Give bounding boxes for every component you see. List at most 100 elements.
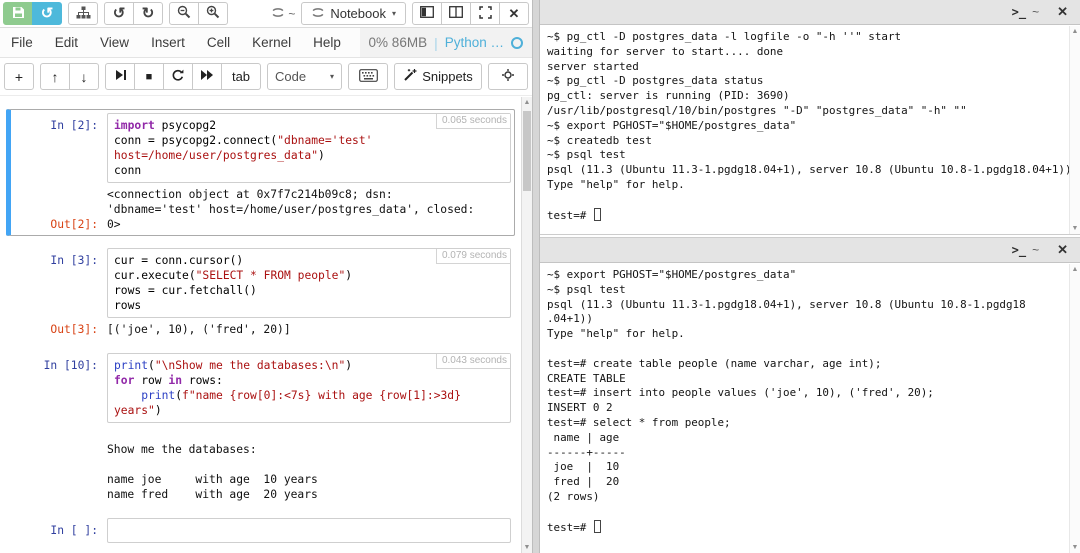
pane-divider[interactable] [532, 0, 540, 553]
zoom-in-icon [206, 5, 220, 22]
notebook-document: In [2]:0.065 secondsimport psycopg2conn … [0, 97, 521, 553]
output-prompt: Out[3]: [11, 322, 107, 337]
menu-cell[interactable]: Cell [196, 28, 241, 57]
move-cell-down-button[interactable]: ↓ [69, 63, 99, 90]
kernel-idle-icon [511, 37, 523, 49]
scroll-down-arrow-icon[interactable]: ▼ [1070, 225, 1080, 232]
zoom-in-button[interactable] [198, 2, 228, 25]
terminal-pane: >_ ~ ✕ ~$ pg_ctl -D postgres_data -l log… [540, 0, 1080, 553]
sitemap-button[interactable] [68, 2, 98, 25]
code-input-area[interactable]: 0.079 secondscur = conn.cursor()cur.exec… [107, 248, 511, 318]
menu-kernel[interactable]: Kernel [241, 28, 302, 57]
undo-button[interactable]: ↺ [104, 2, 134, 25]
history-icon: ↺ [41, 6, 54, 21]
interrupt-kernel-button[interactable]: ■ [134, 63, 164, 90]
kernel-tilde: ~ [288, 7, 295, 21]
notebook-cells: In [2]:0.065 secondsimport psycopg2conn … [0, 97, 521, 553]
code-input-area[interactable]: 0.065 secondsimport psycopg2conn = psyco… [107, 113, 511, 183]
code-line: rows = cur.fetchall() [114, 283, 504, 298]
run-step-icon [114, 69, 127, 84]
cell-type-value: Code [275, 69, 306, 84]
scroll-down-arrow-icon[interactable]: ▼ [1070, 544, 1080, 551]
save-button[interactable] [3, 2, 33, 25]
terminal-icon: >_ [1012, 5, 1026, 19]
terminal-output: ~$ export PGHOST="$HOME/postgres_data" ~… [547, 268, 1069, 535]
layout-group: ✕ [412, 2, 529, 25]
code-input-area[interactable]: 0.043 secondsprint("\nShow me the databa… [107, 353, 511, 423]
chevron-down-icon: ▾ [330, 72, 334, 81]
restart-run-all-button[interactable] [192, 63, 222, 90]
menu-edit[interactable]: Edit [44, 28, 89, 57]
columns-view-button[interactable] [441, 2, 471, 25]
code-line: conn [114, 163, 504, 178]
scroll-down-arrow-icon[interactable]: ▼ [522, 544, 532, 551]
close-icon[interactable]: ✕ [1057, 4, 1068, 20]
kernel-mini-indicator: ~ [271, 7, 295, 21]
undo-icon: ↺ [113, 6, 126, 21]
code-input-area[interactable] [107, 518, 511, 543]
redo-icon: ↻ [142, 6, 155, 21]
menu-help[interactable]: Help [302, 28, 352, 57]
input-prompt: In [3]: [11, 248, 107, 318]
cell-type-select[interactable]: Code ▾ [267, 63, 342, 90]
stop-icon: ■ [146, 71, 153, 83]
input-prompt: In [2]: [11, 113, 107, 183]
scrollbar-thumb[interactable] [523, 111, 531, 191]
gear-icon [501, 68, 515, 85]
terminal-top-body[interactable]: ~$ pg_ctl -D postgres_data -l logfile -o… [540, 26, 1069, 234]
cell-toolbar: + ↑ ↓ ■ tab Code ▾ Snippets [0, 58, 532, 96]
checkpoint-history-button[interactable]: ↺ [32, 2, 62, 25]
add-cell-button[interactable]: + [4, 63, 34, 90]
chevron-down-icon: ▾ [392, 9, 396, 18]
notebook-switcher-button[interactable]: Notebook ▾ [301, 2, 406, 25]
terminal-bottom-scrollbar[interactable]: ▲ ▼ [1069, 264, 1080, 553]
terminal-title: >_ ~ [1012, 5, 1039, 19]
menu-insert[interactable]: Insert [140, 28, 196, 57]
move-cell-up-button[interactable]: ↑ [40, 63, 70, 90]
notebook-cell[interactable]: In [3]:0.079 secondscur = conn.cursor()c… [6, 244, 515, 341]
terminal-title-text: ~ [1032, 5, 1039, 19]
fullscreen-button[interactable] [470, 2, 500, 25]
terminal-top-header[interactable]: >_ ~ ✕ [540, 0, 1080, 25]
scroll-up-arrow-icon[interactable]: ▲ [1070, 266, 1080, 273]
terminal-bottom-body[interactable]: ~$ export PGHOST="$HOME/postgres_data" ~… [540, 264, 1069, 553]
restart-kernel-button[interactable] [163, 63, 193, 90]
split-view-button[interactable] [412, 2, 442, 25]
terminal-title: >_ ~ [1012, 243, 1039, 257]
output-prompt [11, 427, 107, 502]
undo-redo-group: ↺ ↻ [104, 2, 163, 25]
close-pane-button[interactable]: ✕ [499, 2, 529, 25]
clipped-toolbar-button[interactable] [488, 63, 528, 90]
scroll-up-arrow-icon[interactable]: ▲ [522, 99, 532, 106]
redo-button[interactable]: ↻ [133, 2, 163, 25]
code-line: for row in rows: [114, 373, 504, 388]
jupyter-icon [311, 6, 325, 21]
execution-time-badge: 0.079 seconds [436, 249, 510, 264]
notebook-cell[interactable]: In [ ]: [6, 514, 515, 547]
notebook-pane: ↺ ↺ ↻ ~ Notebook ▾ [0, 0, 532, 553]
code-line: rows [114, 298, 504, 313]
keyboard-shortcuts-button[interactable] [348, 63, 388, 90]
input-prompt: In [ ]: [11, 518, 107, 543]
zoom-out-button[interactable] [169, 2, 199, 25]
menu-file[interactable]: File [0, 28, 44, 57]
close-icon[interactable]: ✕ [1057, 242, 1068, 258]
terminal-icon: >_ [1012, 243, 1026, 257]
kernel-separator: | [434, 35, 438, 51]
cell-output: <connection object at 0x7f7c214b09c8; ds… [107, 187, 511, 232]
run-cell-button[interactable] [105, 63, 135, 90]
terminal-bottom-header[interactable]: >_ ~ ✕ [540, 238, 1080, 263]
tab-button[interactable]: tab [221, 63, 261, 90]
save-group: ↺ [3, 2, 62, 25]
notebook-cell[interactable]: In [10]:0.043 secondsprint("\nShow me th… [6, 349, 515, 506]
terminal-bottom: >_ ~ ✕ ~$ export PGHOST="$HOME/postgres_… [540, 237, 1080, 553]
save-icon [12, 6, 25, 22]
menu-view[interactable]: View [89, 28, 140, 57]
notebook-scrollbar[interactable]: ▲ ▼ [521, 97, 532, 553]
tab-label: tab [232, 69, 250, 84]
terminal-top-scrollbar[interactable]: ▲ ▼ [1069, 26, 1080, 234]
snippets-button[interactable]: Snippets [394, 63, 482, 90]
jupyter-icon [271, 7, 285, 21]
scroll-up-arrow-icon[interactable]: ▲ [1070, 28, 1080, 35]
notebook-cell[interactable]: In [2]:0.065 secondsimport psycopg2conn … [6, 109, 515, 236]
